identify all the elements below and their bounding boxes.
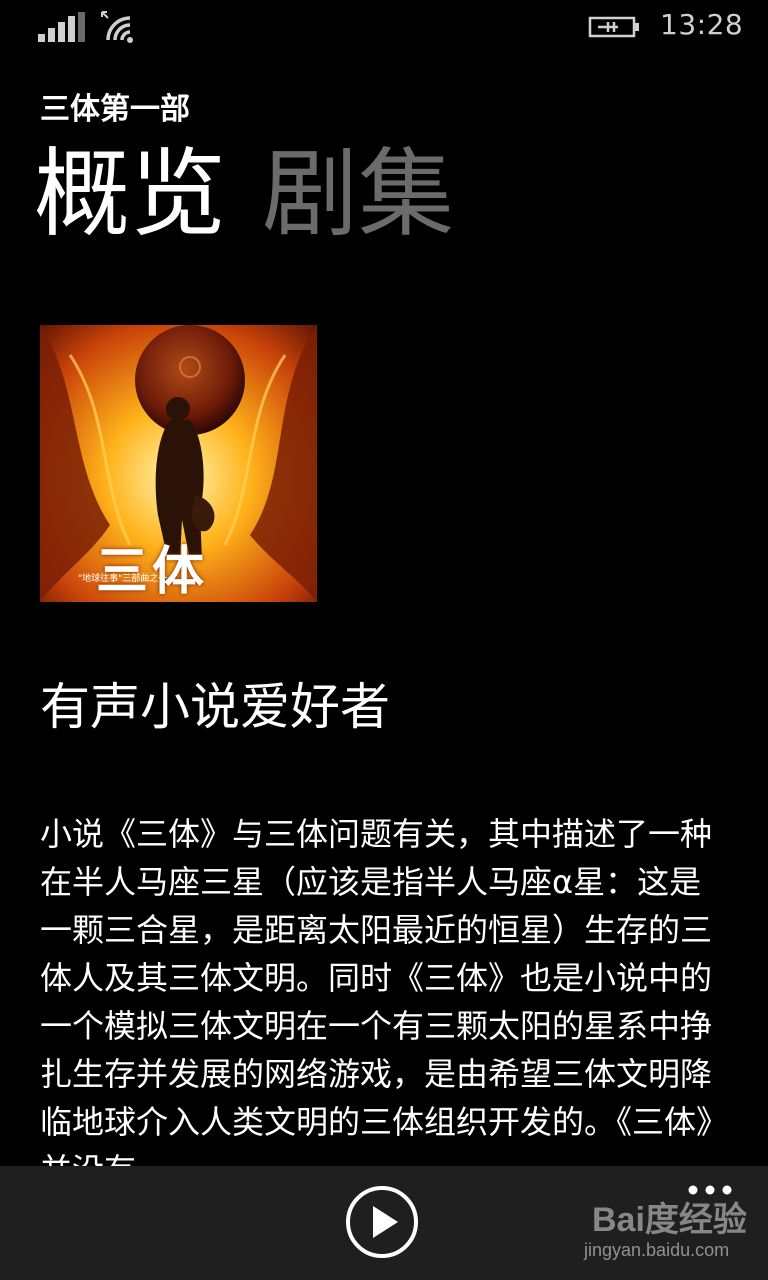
play-icon[interactable] (344, 1184, 420, 1260)
tab-episodes[interactable]: 剧集 (262, 134, 454, 254)
clock: 13:28 (660, 8, 744, 41)
cover-title: 三体 (96, 542, 209, 602)
pivot-header: 概览 剧集 (34, 134, 490, 254)
signal-bars-icon (38, 12, 85, 42)
app-title: 三体第一部 (40, 92, 190, 127)
status-bar: 13:28 (0, 0, 768, 56)
app-bar: Bai度经验 jingyan.baidu.com (0, 1166, 768, 1280)
watermark-logo: Bai度经验 (592, 1201, 747, 1239)
author-name: 有声小说爱好者 (40, 678, 390, 736)
cover-art: 三体 "地球往事"三部曲之一 (40, 325, 317, 602)
cover-subtitle: "地球往事"三部曲之一 (78, 574, 168, 584)
tab-overview[interactable]: 概览 (34, 134, 226, 254)
watermark-url: jingyan.baidu.com (584, 1240, 730, 1260)
description-text: 小说《三体》与三体问题有关，其中描述了一种在半人马座三星（应该是指半人马座α星：… (40, 815, 729, 1170)
baidu-watermark: Bai度经验 jingyan.baidu.com (584, 1192, 747, 1272)
battery-charging-icon (588, 16, 639, 38)
wifi-icon (101, 11, 133, 43)
